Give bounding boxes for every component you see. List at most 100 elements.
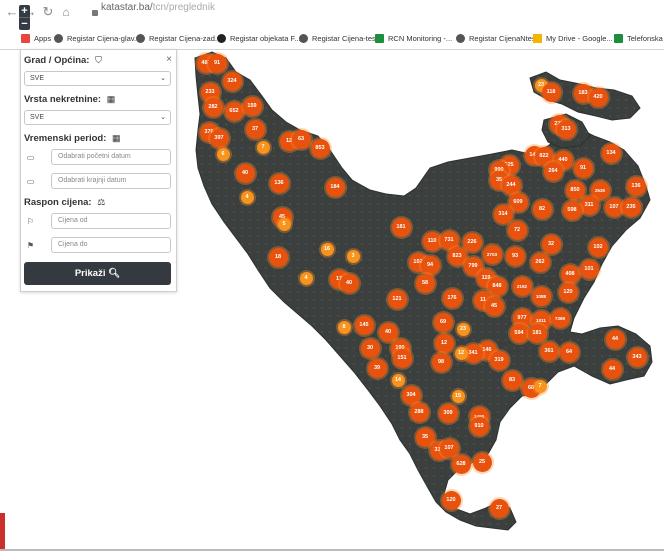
cluster-marker[interactable]: 313 (556, 119, 576, 139)
cluster-marker[interactable]: 235 (621, 197, 641, 217)
cluster-marker[interactable]: 850 (565, 180, 585, 200)
cluster-marker[interactable]: 40 (378, 322, 398, 342)
bookmark-item[interactable]: My Drive - Google... (533, 32, 613, 46)
cluster-marker[interactable]: 136 (626, 176, 646, 196)
cluster-marker[interactable]: 3 (346, 249, 360, 263)
cluster-marker[interactable]: 181 (391, 217, 411, 237)
cluster-marker[interactable]: 7369 (550, 308, 570, 328)
cluster-marker[interactable]: 324 (222, 71, 242, 91)
cluster-marker[interactable]: 4 (240, 190, 254, 204)
bookmark-item[interactable]: Telefonska (614, 32, 663, 46)
url-field[interactable]: katastar.ba/tcn/preglednik (101, 2, 215, 13)
cluster-marker[interactable]: 598 (562, 200, 582, 220)
reload-icon[interactable]: ↻ (40, 4, 56, 20)
cluster-marker[interactable]: 23 (456, 322, 470, 336)
price-to-input[interactable]: Cijena do (51, 237, 171, 253)
cluster-marker[interactable]: 184 (325, 177, 345, 197)
cluster-marker[interactable]: 420 (588, 87, 608, 107)
cluster-marker[interactable]: 159 (242, 96, 262, 116)
bookmark-item[interactable]: Registar Cijena-test (299, 32, 378, 46)
cluster-marker[interactable]: 151 (392, 348, 412, 368)
cluster-marker[interactable]: 848 (487, 276, 507, 296)
cluster-marker[interactable]: 262 (530, 252, 550, 272)
show-button[interactable]: Prikaži 🔍︎ (24, 262, 171, 285)
cluster-marker[interactable]: 2703 (482, 244, 502, 264)
cluster-marker[interactable]: 102 (588, 237, 608, 257)
cluster-marker[interactable]: 44 (602, 359, 622, 379)
cluster-marker[interactable]: 145 (354, 315, 374, 335)
end-date-input[interactable]: Odabrati krajnji datum (51, 173, 171, 189)
cluster-marker[interactable]: 45 (484, 296, 504, 316)
cluster-marker[interactable]: 91 (573, 158, 593, 178)
cluster-marker[interactable]: 8 (337, 320, 351, 334)
cluster-marker[interactable]: 63 (291, 129, 311, 149)
cluster-marker[interactable]: 7 (533, 379, 547, 393)
cluster-marker[interactable]: 27 (489, 498, 509, 518)
cluster-marker[interactable]: 118 (541, 82, 561, 102)
cluster-marker[interactable]: 853 (310, 138, 330, 158)
cluster-marker[interactable]: 343 (627, 347, 647, 367)
cluster-marker[interactable]: 121 (387, 289, 407, 309)
cluster-marker[interactable]: 93 (505, 246, 525, 266)
cluster-marker[interactable]: 12 (454, 346, 468, 360)
cluster-marker[interactable]: 101 (579, 259, 599, 279)
cluster-marker[interactable]: 5 (277, 217, 291, 231)
cluster-marker[interactable]: 361 (539, 341, 559, 361)
cluster-marker[interactable]: 14 (391, 373, 405, 387)
cluster-marker[interactable]: 25 (472, 452, 492, 472)
cluster-marker[interactable]: 16 (320, 242, 334, 256)
cluster-marker[interactable]: 314 (493, 204, 513, 224)
bookmark-item[interactable]: Registar Cijena-zad... (136, 32, 221, 46)
cluster-marker[interactable]: 120 (441, 490, 461, 510)
cluster-marker[interactable]: 304 (401, 385, 421, 405)
cluster-marker[interactable]: 594 (509, 323, 529, 343)
zoom-in-button[interactable]: + (19, 5, 30, 17)
zoom-out-button[interactable]: − (19, 18, 30, 30)
cluster-marker[interactable]: 94 (420, 255, 440, 275)
bookmark-item[interactable]: Apps (21, 32, 51, 46)
cluster-marker[interactable]: 134 (601, 143, 621, 163)
cluster-marker[interactable]: 72 (507, 220, 527, 240)
price-from-input[interactable]: Cijena od (51, 213, 171, 229)
cluster-marker[interactable]: 408 (560, 264, 580, 284)
cluster-marker[interactable]: 176 (442, 288, 462, 308)
cluster-marker[interactable]: 311 (579, 195, 599, 215)
cluster-marker[interactable]: 288 (409, 402, 429, 422)
cluster-marker[interactable]: 4 (299, 271, 313, 285)
cluster-marker[interactable]: 7 (256, 140, 270, 154)
cluster-marker[interactable]: 120 (558, 282, 578, 302)
cluster-marker[interactable]: 910 (469, 416, 489, 436)
cluster-marker[interactable]: 12 (434, 333, 454, 353)
cluster-marker[interactable]: 628 (451, 454, 471, 474)
cluster-marker[interactable]: 98 (431, 352, 451, 372)
cluster-marker[interactable]: 309 (438, 403, 458, 423)
cluster-marker[interactable]: 319 (489, 350, 509, 370)
cluster-marker[interactable]: 83 (502, 370, 522, 390)
home-icon[interactable]: ⌂ (58, 4, 74, 20)
cluster-marker[interactable]: 2192 (512, 276, 532, 296)
cluster-marker[interactable]: 397 (209, 128, 229, 148)
cluster-marker[interactable]: 40 (339, 273, 359, 293)
cluster-marker[interactable]: 82 (532, 199, 552, 219)
bookmark-item[interactable]: Registar Cijena-glav... (54, 32, 140, 46)
bookmark-item[interactable]: RCN Monitoring -... (375, 32, 452, 46)
cluster-marker[interactable]: 107 (439, 438, 459, 458)
cluster-marker[interactable]: 30 (360, 338, 380, 358)
cluster-marker[interactable]: 110 (422, 231, 442, 251)
cluster-marker[interactable]: 15 (451, 389, 465, 403)
bookmark-item[interactable]: Registar objekata F... (217, 32, 300, 46)
start-date-input[interactable]: Odabrati početni datum (51, 149, 171, 165)
cluster-marker[interactable]: 244 (501, 175, 521, 195)
cluster-marker[interactable]: 6 (216, 147, 230, 161)
back-icon[interactable]: ← (4, 4, 20, 20)
cluster-marker[interactable]: 44 (605, 329, 625, 349)
cluster-marker[interactable]: 282 (203, 97, 223, 117)
cluster-marker[interactable]: 226 (462, 232, 482, 252)
cluster-marker[interactable]: 32 (541, 234, 561, 254)
cluster-marker[interactable]: 64 (559, 342, 579, 362)
cluster-marker[interactable]: 107 (604, 197, 624, 217)
property-type-select[interactable]: SVE ⌄ (24, 110, 171, 125)
cluster-marker[interactable]: 264 (543, 161, 563, 181)
city-select[interactable]: SVE ⌄ (24, 71, 171, 86)
cluster-marker[interactable]: 39 (367, 358, 387, 378)
